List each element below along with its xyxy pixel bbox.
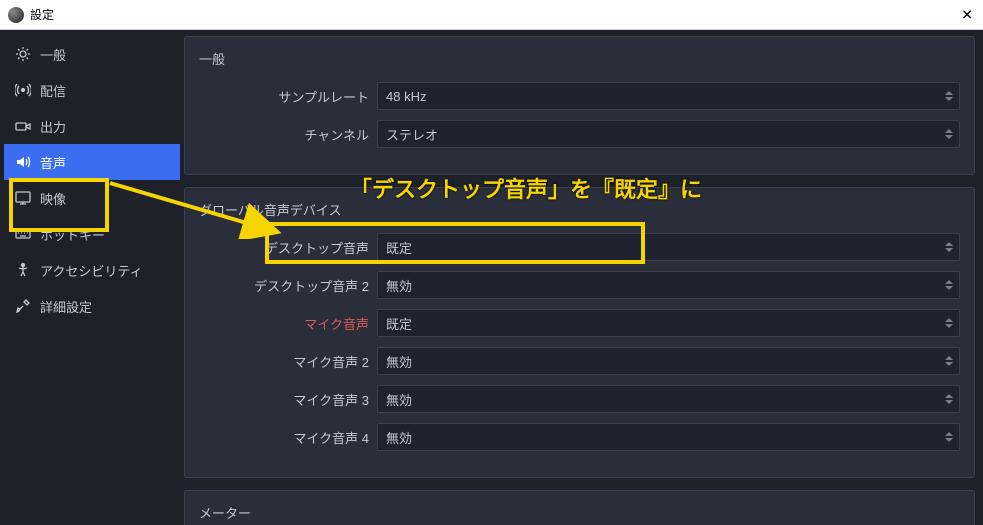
select-value-desktop_audio: 既定: [386, 238, 412, 257]
window-title: 設定: [30, 6, 54, 23]
keyboard-icon: [14, 225, 32, 243]
select-channels[interactable]: ステレオ: [377, 120, 960, 148]
sidebar-item-label: アクセシビリティ: [40, 261, 143, 280]
select-mic_audio[interactable]: 既定: [377, 309, 960, 337]
titlebar: 設定 ✕: [0, 0, 983, 30]
label-mic_audio_3: マイク音声 3: [199, 390, 369, 409]
main: 一般配信出力音声映像ホットキーアクセシビリティ詳細設定 一般 サンプルレート 48…: [0, 30, 983, 525]
label-sample_rate: サンプルレート: [199, 87, 369, 106]
sidebar-item-output[interactable]: 出力: [4, 108, 180, 144]
sidebar-item-label: ホットキー: [40, 225, 105, 244]
label-desktop_audio: デスクトップ音声: [199, 238, 369, 257]
dropdown-spinner-icon: [945, 394, 953, 404]
close-icon[interactable]: ✕: [961, 6, 973, 23]
select-value-sample_rate: 48 kHz: [386, 89, 426, 104]
select-value-mic_audio_4: 無効: [386, 428, 412, 447]
sidebar-item-advanced[interactable]: 詳細設定: [4, 288, 180, 324]
section-title-meters: メーター: [199, 503, 960, 522]
select-desktop_audio_2[interactable]: 無効: [377, 271, 960, 299]
monitor-icon: [14, 189, 32, 207]
label-mic_audio_4: マイク音声 4: [199, 428, 369, 447]
select-value-channels: ステレオ: [386, 125, 438, 144]
label-channels: チャンネル: [199, 125, 369, 144]
dropdown-spinner-icon: [945, 280, 953, 290]
label-desktop_audio_2: デスクトップ音声 2: [199, 276, 369, 295]
sidebar-item-accessibility[interactable]: アクセシビリティ: [4, 252, 180, 288]
gear-icon: [14, 45, 32, 63]
select-value-mic_audio: 既定: [386, 314, 412, 333]
form-row-sample_rate: サンプルレート 48 kHz: [199, 82, 960, 110]
section-title-global-audio: グローバル音声デバイス: [199, 200, 960, 219]
sidebar-item-label: 詳細設定: [40, 297, 92, 316]
sidebar-item-general[interactable]: 一般: [4, 36, 180, 72]
form-row-mic_audio_3: マイク音声 3 無効: [199, 385, 960, 413]
sidebar-item-audio[interactable]: 音声: [4, 144, 180, 180]
form-row-desktop_audio_2: デスクトップ音声 2 無効: [199, 271, 960, 299]
accessibility-icon: [14, 261, 32, 279]
sidebar-item-label: 一般: [40, 45, 66, 64]
tools-icon: [14, 297, 32, 315]
section-general: 一般 サンプルレート 48 kHz チャンネルステレオ: [184, 36, 975, 175]
select-mic_audio_4[interactable]: 無効: [377, 423, 960, 451]
select-value-mic_audio_2: 無効: [386, 352, 412, 371]
select-sample_rate[interactable]: 48 kHz: [377, 82, 960, 110]
sidebar-item-label: 映像: [40, 189, 66, 208]
section-title-general: 一般: [199, 49, 960, 68]
content: 一般 サンプルレート 48 kHz チャンネルステレオ グローバル音声デバイス デス…: [180, 30, 983, 525]
form-row-mic_audio_4: マイク音声 4 無効: [199, 423, 960, 451]
speaker-icon: [14, 153, 32, 171]
select-value-mic_audio_3: 無効: [386, 390, 412, 409]
select-value-desktop_audio_2: 無効: [386, 276, 412, 295]
app-icon: [8, 7, 24, 23]
section-global-audio: グローバル音声デバイス デスクトップ音声既定デスクトップ音声 2無効マイク音声既…: [184, 187, 975, 478]
sidebar-item-label: 出力: [40, 117, 66, 136]
sidebar-item-stream[interactable]: 配信: [4, 72, 180, 108]
select-mic_audio_2[interactable]: 無効: [377, 347, 960, 375]
dropdown-spinner-icon: [945, 242, 953, 252]
label-mic_audio_2: マイク音声 2: [199, 352, 369, 371]
form-row-desktop_audio: デスクトップ音声既定: [199, 233, 960, 261]
form-row-channels: チャンネルステレオ: [199, 120, 960, 148]
antenna-icon: [14, 81, 32, 99]
form-row-mic_audio: マイク音声既定: [199, 309, 960, 337]
sidebar: 一般配信出力音声映像ホットキーアクセシビリティ詳細設定: [0, 30, 180, 525]
dropdown-spinner-icon: [945, 129, 953, 139]
sidebar-item-hotkeys[interactable]: ホットキー: [4, 216, 180, 252]
sidebar-item-label: 音声: [40, 153, 66, 172]
dropdown-spinner-icon: [945, 91, 953, 101]
select-mic_audio_3[interactable]: 無効: [377, 385, 960, 413]
camera-icon: [14, 117, 32, 135]
sidebar-item-video[interactable]: 映像: [4, 180, 180, 216]
section-meters: メーター: [184, 490, 975, 525]
dropdown-spinner-icon: [945, 318, 953, 328]
form-row-mic_audio_2: マイク音声 2 無効: [199, 347, 960, 375]
select-desktop_audio[interactable]: 既定: [377, 233, 960, 261]
dropdown-spinner-icon: [945, 356, 953, 366]
sidebar-item-label: 配信: [40, 81, 66, 100]
dropdown-spinner-icon: [945, 432, 953, 442]
label-mic_audio: マイク音声: [199, 314, 369, 333]
